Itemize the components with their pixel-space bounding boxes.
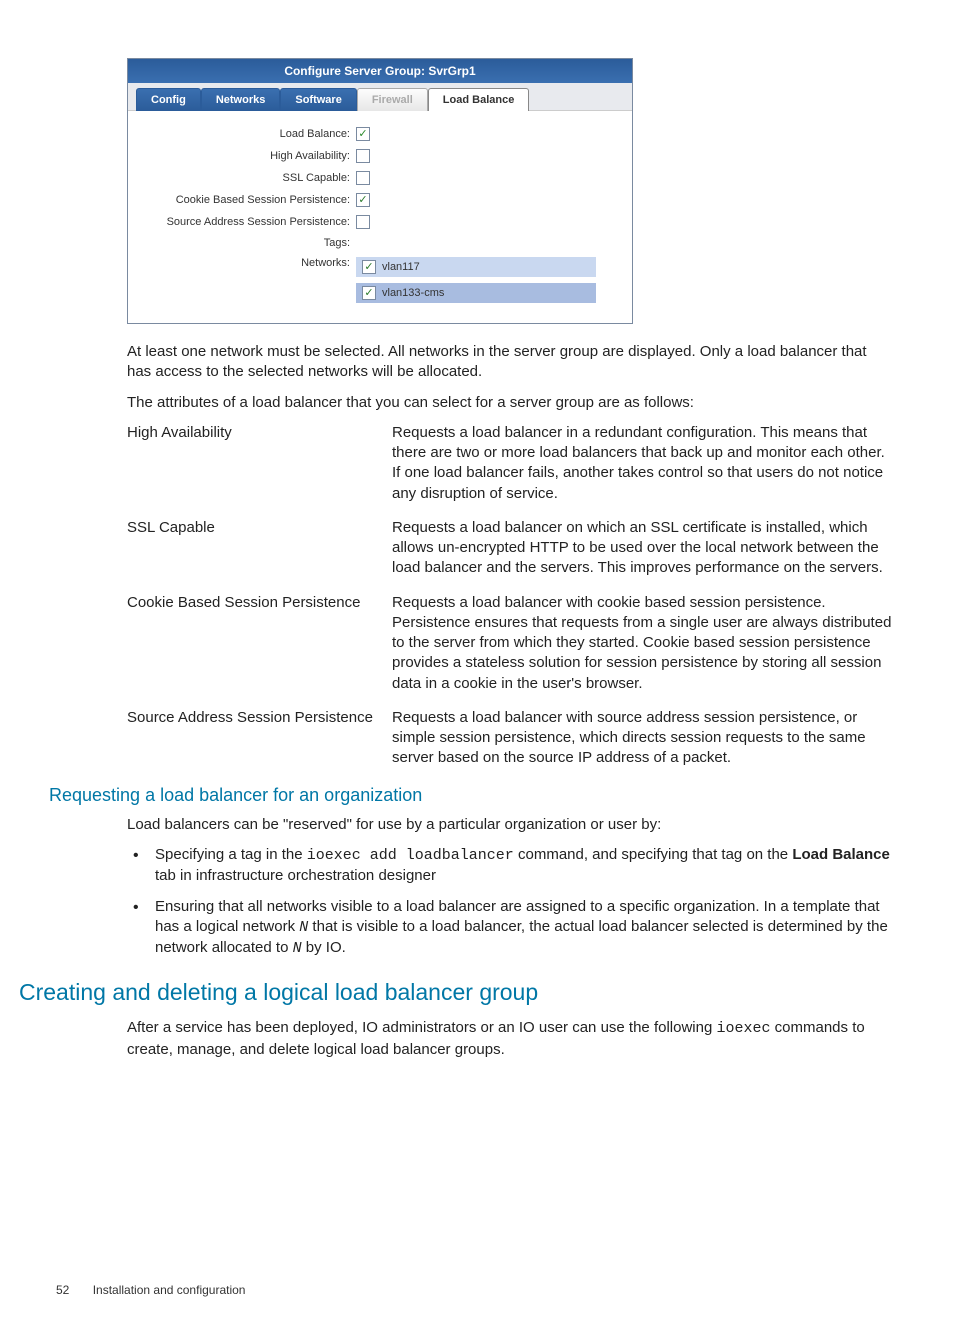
- code-text: ioexec add loadbalancer: [307, 847, 514, 864]
- tab-config[interactable]: Config: [136, 88, 201, 111]
- attr-desc: Requests a load balancer in a redundant …: [392, 423, 894, 504]
- attr-desc: Requests a load balancer on which an SSL…: [392, 518, 894, 579]
- check-high-availability[interactable]: [356, 149, 370, 163]
- paragraph: After a service has been deployed, IO ad…: [127, 1018, 894, 1060]
- tab-firewall: Firewall: [357, 88, 428, 111]
- config-dialog: Configure Server Group: SvrGrp1 Config N…: [127, 58, 633, 324]
- attr-term: Cookie Based Session Persistence: [127, 593, 392, 694]
- attr-term: SSL Capable: [127, 518, 392, 579]
- code-text: ioexec: [716, 1020, 770, 1037]
- page-footer: 52 Installation and configuration: [56, 1283, 245, 1297]
- label-source-persistence: Source Address Session Persistence:: [138, 216, 356, 228]
- networks-list: ✓ vlan117 ✓ vlan133-cms: [356, 257, 596, 303]
- label-tags: Tags:: [138, 237, 356, 249]
- bullet-list: Specifying a tag in the ioexec add loadb…: [127, 845, 894, 959]
- attr-desc: Requests a load balancer with cookie bas…: [392, 593, 894, 694]
- tab-bar: Config Networks Software Firewall Load B…: [128, 83, 632, 111]
- check-network-2[interactable]: ✓: [362, 286, 376, 300]
- label-high-availability: High Availability:: [138, 150, 356, 162]
- network-row[interactable]: ✓ vlan117: [356, 257, 596, 277]
- paragraph: The attributes of a load balancer that y…: [127, 393, 894, 413]
- label-ssl-capable: SSL Capable:: [138, 172, 356, 184]
- attribute-list: High Availability Requests a load balanc…: [127, 423, 894, 769]
- form-area: Load Balance: ✓ High Availability: SSL C…: [128, 111, 632, 323]
- check-network-1[interactable]: ✓: [362, 260, 376, 274]
- label-networks: Networks:: [138, 257, 356, 269]
- tab-networks[interactable]: Networks: [201, 88, 281, 111]
- label-cookie-persistence: Cookie Based Session Persistence:: [138, 194, 356, 206]
- heading-creating: Creating and deleting a logical load bal…: [19, 977, 894, 1008]
- variable-n: N: [299, 919, 308, 936]
- variable-n: N: [293, 940, 302, 957]
- network-name-1: vlan117: [382, 261, 420, 273]
- attr-term: High Availability: [127, 423, 392, 504]
- check-load-balance[interactable]: ✓: [356, 127, 370, 141]
- list-item: Specifying a tag in the ioexec add loadb…: [155, 845, 894, 887]
- dialog-title: Configure Server Group: SvrGrp1: [128, 59, 632, 83]
- check-source-persistence[interactable]: [356, 215, 370, 229]
- page-content: At least one network must be selected. A…: [127, 342, 894, 1060]
- attr-term: Source Address Session Persistence: [127, 708, 392, 769]
- paragraph: At least one network must be selected. A…: [127, 342, 894, 383]
- page-number: 52: [56, 1283, 69, 1297]
- label-load-balance: Load Balance:: [138, 128, 356, 140]
- bold-text: Load Balance: [792, 846, 890, 863]
- check-cookie-persistence[interactable]: ✓: [356, 193, 370, 207]
- attr-desc: Requests a load balancer with source add…: [392, 708, 894, 769]
- tab-loadbalance[interactable]: Load Balance: [428, 88, 530, 111]
- list-item: Ensuring that all networks visible to a …: [155, 897, 894, 960]
- tab-software[interactable]: Software: [280, 88, 356, 111]
- heading-requesting: Requesting a load balancer for an organi…: [49, 783, 894, 807]
- paragraph: Load balancers can be "reserved" for use…: [127, 815, 894, 835]
- check-ssl-capable[interactable]: [356, 171, 370, 185]
- network-row[interactable]: ✓ vlan133-cms: [356, 283, 596, 303]
- section-title: Installation and configuration: [93, 1283, 246, 1297]
- network-name-2: vlan133-cms: [382, 287, 444, 299]
